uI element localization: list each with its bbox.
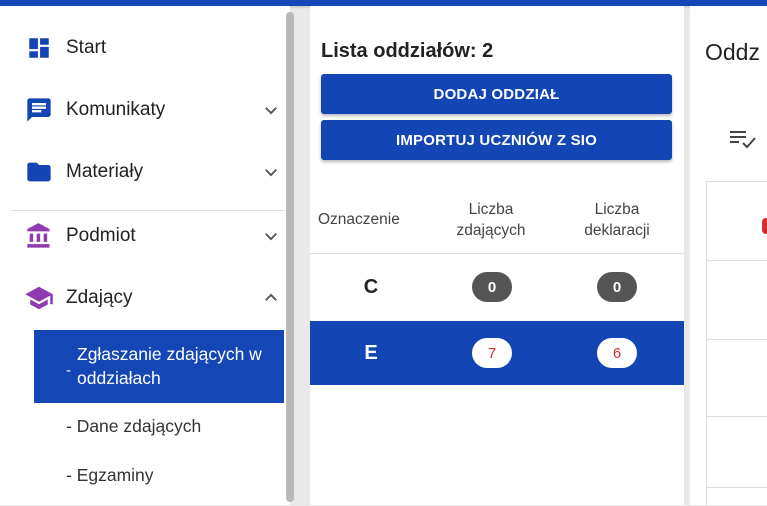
details-table-row-line	[706, 339, 767, 340]
class-list-title: Lista oddziałów: 2	[321, 40, 494, 62]
sidebar-subitem-dane[interactable]: - Dane zdających	[66, 416, 201, 437]
students-count-badge: 7	[472, 338, 512, 368]
chevron-down-icon[interactable]	[262, 227, 280, 245]
import-students-button[interactable]: IMPORTUJ UCZNIÓW Z SIO	[321, 120, 672, 160]
column-header-declarations[interactable]: Liczba deklaracji	[572, 199, 662, 241]
sidebar-item-start[interactable]: Start	[0, 22, 290, 74]
column-header-students-line1: Liczba	[468, 201, 514, 218]
sidebar-subitem-egzaminy[interactable]: - Egzaminy	[66, 465, 154, 486]
column-header-declarations-line1: Liczba	[594, 201, 640, 218]
class-details-panel: Oddz	[690, 6, 767, 506]
sidebar-subitem-zgloszenie[interactable]: - Zgłaszanie zdających w oddziałach	[34, 330, 284, 403]
column-header-students-line2: zdających	[456, 222, 526, 239]
chevron-down-icon[interactable]	[262, 101, 280, 119]
table-row-selected[interactable]: E 7 6	[310, 321, 684, 385]
class-designation: E	[364, 342, 378, 364]
folder-icon	[24, 157, 54, 187]
graduation-cap-icon	[24, 283, 54, 313]
sidebar-subitem-dash: -	[66, 362, 71, 379]
class-list-panel: Lista oddziałów: 2 DODAJ ODDZIAŁ IMPORTU…	[310, 6, 684, 505]
sidebar-item-komunikaty[interactable]: Komunikaty	[0, 84, 290, 136]
dashboard-icon	[24, 33, 54, 63]
column-header-designation[interactable]: Oznaczenie	[318, 209, 400, 230]
details-table-row-line	[706, 487, 767, 488]
details-table-row-line	[706, 260, 767, 261]
students-count-badge: 0	[472, 272, 512, 302]
sidebar-item-materialy[interactable]: Materiały	[0, 146, 290, 198]
sidebar: Start Komunikaty Materiały Podmiot Zdają…	[0, 6, 294, 505]
sidebar-item-label: Start	[66, 37, 107, 58]
sidebar-item-label: Materiały	[66, 161, 144, 182]
sidebar-item-zdajacy[interactable]: Zdający	[0, 272, 290, 324]
sidebar-item-label: Zdający	[66, 287, 133, 308]
declarations-count-badge: 0	[597, 272, 637, 302]
column-header-students[interactable]: Liczba zdających	[446, 199, 536, 241]
institution-icon	[24, 221, 54, 251]
column-header-declarations-line2: deklaracji	[584, 222, 650, 239]
table-divider	[310, 253, 684, 254]
class-designation: C	[363, 276, 379, 298]
sort-check-icon[interactable]	[728, 126, 758, 150]
sidebar-item-podmiot[interactable]: Podmiot	[0, 210, 290, 262]
status-indicator-icon	[762, 218, 767, 234]
declarations-count-badge: 6	[597, 338, 637, 368]
sidebar-subitem-label: Zgłaszanie zdających w oddziałach	[77, 344, 262, 388]
details-table-row-line	[706, 416, 767, 417]
details-title: Oddz	[705, 39, 760, 65]
chevron-up-icon[interactable]	[262, 289, 280, 307]
chevron-down-icon[interactable]	[262, 163, 280, 181]
sidebar-item-label: Komunikaty	[66, 99, 166, 120]
sidebar-item-label: Podmiot	[66, 225, 136, 246]
message-icon	[24, 95, 54, 125]
details-table	[706, 181, 767, 506]
sidebar-scrollbar[interactable]	[286, 12, 294, 502]
add-class-button[interactable]: DODAJ ODDZIAŁ	[321, 74, 672, 114]
